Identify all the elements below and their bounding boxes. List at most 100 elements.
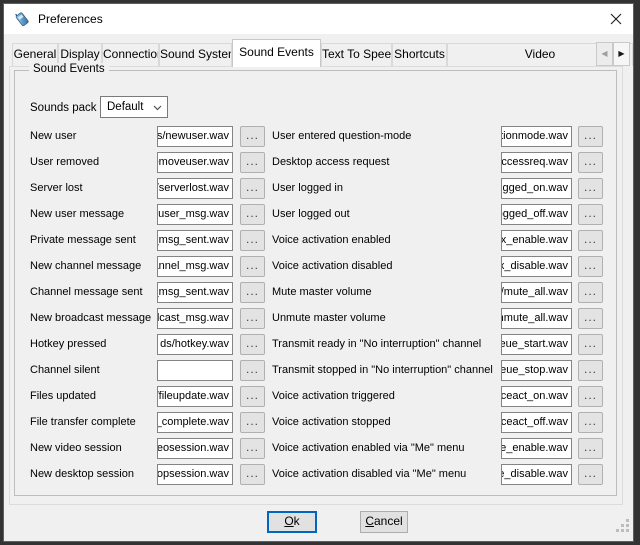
- tab-connection[interactable]: Connection: [102, 43, 159, 66]
- sound-file-value: dcast_msg.wav: [157, 309, 229, 328]
- sound-file-input[interactable]: topsession.wav: [157, 464, 233, 485]
- sound-file-input[interactable]: logged_on.wav: [501, 178, 572, 199]
- sound-file-value: annel_msg.wav: [157, 257, 229, 276]
- sound-event-label: New desktop session: [30, 464, 134, 485]
- browse-button[interactable]: ...: [578, 204, 603, 225]
- sound-file-input[interactable]: s/mute_all.wav: [501, 282, 572, 303]
- close-icon: [610, 13, 622, 25]
- tab-shortcuts[interactable]: Shortcuts: [392, 43, 447, 66]
- browse-button[interactable]: ...: [240, 438, 265, 459]
- sound-file-value: ueue_start.wav: [501, 335, 568, 354]
- browse-button[interactable]: ...: [240, 412, 265, 433]
- sound-file-value: /fileupdate.wav: [157, 387, 229, 406]
- browse-button[interactable]: ...: [578, 152, 603, 173]
- cancel-button[interactable]: Cancel: [360, 511, 408, 533]
- browse-button[interactable]: ...: [578, 334, 603, 355]
- sound-file-input[interactable]: ox_enable.wav: [501, 230, 572, 251]
- browse-button[interactable]: ...: [240, 308, 265, 329]
- browse-button[interactable]: ...: [240, 464, 265, 485]
- browse-button[interactable]: ...: [240, 334, 265, 355]
- groupbox-title: Sound Events: [29, 63, 109, 75]
- sound-file-input[interactable]: ox_disable.wav: [501, 256, 572, 277]
- sound-file-input[interactable]: ne_disable.wav: [501, 464, 572, 485]
- ok-button[interactable]: Ok: [267, 511, 317, 533]
- tab-sound-system[interactable]: Sound System: [159, 43, 232, 66]
- sound-event-label: Transmit stopped in "No interruption" ch…: [272, 360, 493, 381]
- sound-event-label: New video session: [30, 438, 122, 459]
- sound-event-label: New broadcast message: [30, 308, 151, 329]
- browse-button[interactable]: ...: [240, 282, 265, 303]
- browse-button[interactable]: ...: [240, 152, 265, 173]
- resize-grip-icon[interactable]: [616, 519, 629, 537]
- browse-button[interactable]: ...: [578, 412, 603, 433]
- tab-sound-events[interactable]: Sound Events: [232, 39, 321, 67]
- sound-file-value: /user_msg.wav: [157, 205, 229, 224]
- sound-file-input[interactable]: _complete.wav: [157, 412, 233, 433]
- sound-file-value: accessreq.wav: [501, 153, 568, 172]
- sound-event-label: Voice activation stopped: [272, 412, 391, 433]
- sounds-pack-select[interactable]: Default: [100, 96, 168, 118]
- sound-file-input[interactable]: /serverlost.wav: [157, 178, 233, 199]
- sound-file-input[interactable]: s/newuser.wav: [157, 126, 233, 147]
- sound-file-input[interactable]: iceact_off.wav: [501, 412, 572, 433]
- sound-event-label: Files updated: [30, 386, 96, 407]
- sound-file-input[interactable]: stionmode.wav: [501, 126, 572, 147]
- sound-file-input[interactable]: deosession.wav: [157, 438, 233, 459]
- browse-button[interactable]: ...: [240, 204, 265, 225]
- sound-file-input[interactable]: ogged_off.wav: [501, 204, 572, 225]
- tab-label: Text To Speech: [322, 47, 392, 61]
- browse-button[interactable]: ...: [578, 282, 603, 303]
- tab-label: Sound System: [160, 47, 232, 61]
- sound-file-value: oiceact_on.wav: [501, 387, 568, 406]
- browse-button[interactable]: ...: [240, 230, 265, 251]
- browse-button[interactable]: ...: [578, 230, 603, 251]
- preferences-dialog: Preferences GeneralDisplayConnectionSoun…: [3, 3, 634, 542]
- sound-file-value: deosession.wav: [157, 439, 229, 458]
- sound-file-input[interactable]: accessreq.wav: [501, 152, 572, 173]
- sound-file-value: ogged_off.wav: [501, 205, 568, 224]
- browse-button[interactable]: ...: [578, 126, 603, 147]
- sound-event-label: User logged in: [272, 178, 343, 199]
- browse-button[interactable]: ...: [240, 360, 265, 381]
- sound-file-input[interactable]: annel_msg.wav: [157, 256, 233, 277]
- sound-file-input[interactable]: _msg_sent.wav: [157, 230, 233, 251]
- scroll-left-icon: ◀: [601, 49, 607, 58]
- browse-button[interactable]: ...: [578, 360, 603, 381]
- tab-scroll-left-button: ◀: [596, 42, 613, 66]
- sound-file-value: stionmode.wav: [501, 127, 568, 146]
- sound-file-value: ox_disable.wav: [501, 257, 568, 276]
- sound-file-value: _complete.wav: [157, 413, 229, 432]
- browse-button[interactable]: ...: [240, 178, 265, 199]
- sound-file-input[interactable]: ne_enable.wav: [501, 438, 572, 459]
- sound-file-input[interactable]: [157, 360, 233, 381]
- sound-file-input[interactable]: /user_msg.wav: [157, 204, 233, 225]
- sound-file-value: ne_disable.wav: [501, 465, 568, 484]
- sound-file-input[interactable]: unmute_all.wav: [501, 308, 572, 329]
- sound-file-input[interactable]: ds/hotkey.wav: [157, 334, 233, 355]
- sound-file-input[interactable]: oiceact_on.wav: [501, 386, 572, 407]
- browse-button[interactable]: ...: [578, 178, 603, 199]
- tab-scroll-right-button[interactable]: ▶: [613, 42, 630, 66]
- sound-file-value: _msg_sent.wav: [157, 283, 229, 302]
- browse-button[interactable]: ...: [578, 438, 603, 459]
- sound-file-input[interactable]: /fileupdate.wav: [157, 386, 233, 407]
- sound-file-input[interactable]: _msg_sent.wav: [157, 282, 233, 303]
- browse-button[interactable]: ...: [578, 464, 603, 485]
- sound-file-input[interactable]: emoveuser.wav: [157, 152, 233, 173]
- sound-event-label: Unmute master volume: [272, 308, 386, 329]
- sound-file-input[interactable]: ueue_start.wav: [501, 334, 572, 355]
- sound-file-input[interactable]: ueue_stop.wav: [501, 360, 572, 381]
- tab-label: Display: [60, 47, 99, 61]
- browse-button[interactable]: ...: [578, 256, 603, 277]
- close-button[interactable]: [601, 4, 631, 34]
- sounds-pack-label: Sounds pack: [30, 97, 97, 119]
- sound-event-label: Voice activation triggered: [272, 386, 395, 407]
- browse-button[interactable]: ...: [240, 256, 265, 277]
- sound-event-label: New user message: [30, 204, 124, 225]
- browse-button[interactable]: ...: [240, 126, 265, 147]
- sound-file-input[interactable]: dcast_msg.wav: [157, 308, 233, 329]
- browse-button[interactable]: ...: [578, 386, 603, 407]
- browse-button[interactable]: ...: [240, 386, 265, 407]
- browse-button[interactable]: ...: [578, 308, 603, 329]
- tab-text-to-speech[interactable]: Text To Speech: [321, 43, 392, 66]
